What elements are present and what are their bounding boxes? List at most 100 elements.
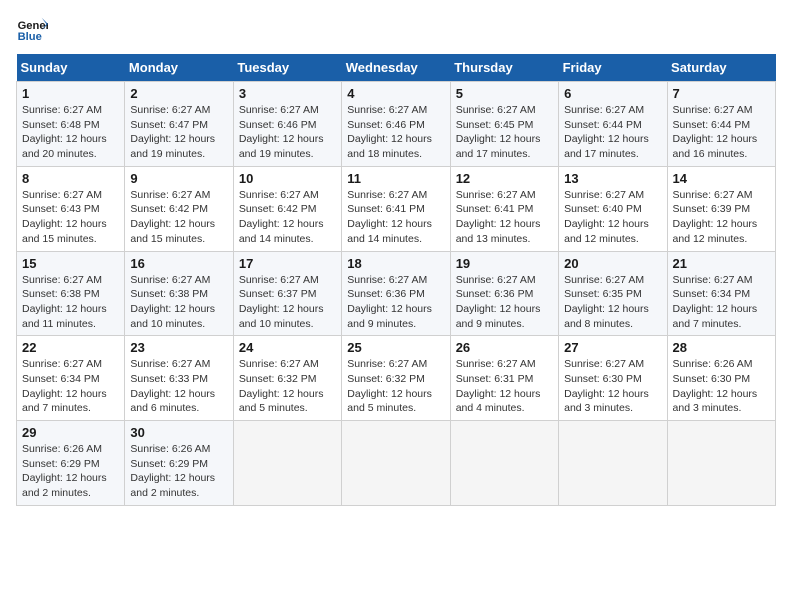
day-header-saturday: Saturday xyxy=(667,54,775,82)
day-cell: 21 Sunrise: 6:27 AM Sunset: 6:34 PM Dayl… xyxy=(667,251,775,336)
day-cell xyxy=(450,421,558,506)
daylight: Daylight: 12 hours and 7 minutes. xyxy=(22,387,119,416)
day-cell: 22 Sunrise: 6:27 AM Sunset: 6:34 PM Dayl… xyxy=(17,336,125,421)
sunset: Sunset: 6:38 PM xyxy=(130,287,227,302)
day-info: Sunrise: 6:27 AM Sunset: 6:33 PM Dayligh… xyxy=(130,357,227,416)
sunrise: Sunrise: 6:27 AM xyxy=(239,273,336,288)
day-info: Sunrise: 6:27 AM Sunset: 6:32 PM Dayligh… xyxy=(347,357,444,416)
sunset: Sunset: 6:33 PM xyxy=(130,372,227,387)
sunset: Sunset: 6:34 PM xyxy=(22,372,119,387)
day-number: 3 xyxy=(239,86,336,101)
day-cell: 3 Sunrise: 6:27 AM Sunset: 6:46 PM Dayli… xyxy=(233,82,341,167)
days-header-row: SundayMondayTuesdayWednesdayThursdayFrid… xyxy=(17,54,776,82)
daylight: Daylight: 12 hours and 5 minutes. xyxy=(347,387,444,416)
sunrise: Sunrise: 6:27 AM xyxy=(239,188,336,203)
daylight: Daylight: 12 hours and 11 minutes. xyxy=(22,302,119,331)
week-row-4: 22 Sunrise: 6:27 AM Sunset: 6:34 PM Dayl… xyxy=(17,336,776,421)
daylight: Daylight: 12 hours and 8 minutes. xyxy=(564,302,661,331)
daylight: Daylight: 12 hours and 2 minutes. xyxy=(22,471,119,500)
day-number: 16 xyxy=(130,256,227,271)
sunset: Sunset: 6:42 PM xyxy=(130,202,227,217)
day-number: 27 xyxy=(564,340,661,355)
sunset: Sunset: 6:38 PM xyxy=(22,287,119,302)
day-cell: 14 Sunrise: 6:27 AM Sunset: 6:39 PM Dayl… xyxy=(667,166,775,251)
day-number: 25 xyxy=(347,340,444,355)
day-cell: 1 Sunrise: 6:27 AM Sunset: 6:48 PM Dayli… xyxy=(17,82,125,167)
sunrise: Sunrise: 6:27 AM xyxy=(564,188,661,203)
day-cell: 8 Sunrise: 6:27 AM Sunset: 6:43 PM Dayli… xyxy=(17,166,125,251)
day-info: Sunrise: 6:27 AM Sunset: 6:38 PM Dayligh… xyxy=(130,273,227,332)
day-info: Sunrise: 6:27 AM Sunset: 6:30 PM Dayligh… xyxy=(564,357,661,416)
week-row-1: 1 Sunrise: 6:27 AM Sunset: 6:48 PM Dayli… xyxy=(17,82,776,167)
daylight: Daylight: 12 hours and 10 minutes. xyxy=(130,302,227,331)
sunset: Sunset: 6:37 PM xyxy=(239,287,336,302)
sunset: Sunset: 6:46 PM xyxy=(347,118,444,133)
sunrise: Sunrise: 6:27 AM xyxy=(456,357,553,372)
day-number: 13 xyxy=(564,171,661,186)
day-cell: 2 Sunrise: 6:27 AM Sunset: 6:47 PM Dayli… xyxy=(125,82,233,167)
sunset: Sunset: 6:31 PM xyxy=(456,372,553,387)
day-cell: 13 Sunrise: 6:27 AM Sunset: 6:40 PM Dayl… xyxy=(559,166,667,251)
day-number: 23 xyxy=(130,340,227,355)
sunset: Sunset: 6:44 PM xyxy=(673,118,770,133)
daylight: Daylight: 12 hours and 5 minutes. xyxy=(239,387,336,416)
sunrise: Sunrise: 6:27 AM xyxy=(22,357,119,372)
day-header-thursday: Thursday xyxy=(450,54,558,82)
sunset: Sunset: 6:35 PM xyxy=(564,287,661,302)
daylight: Daylight: 12 hours and 7 minutes. xyxy=(673,302,770,331)
daylight: Daylight: 12 hours and 13 minutes. xyxy=(456,217,553,246)
day-number: 24 xyxy=(239,340,336,355)
day-number: 29 xyxy=(22,425,119,440)
day-info: Sunrise: 6:27 AM Sunset: 6:36 PM Dayligh… xyxy=(347,273,444,332)
day-header-monday: Monday xyxy=(125,54,233,82)
sunset: Sunset: 6:29 PM xyxy=(22,457,119,472)
daylight: Daylight: 12 hours and 9 minutes. xyxy=(347,302,444,331)
day-number: 5 xyxy=(456,86,553,101)
day-cell: 25 Sunrise: 6:27 AM Sunset: 6:32 PM Dayl… xyxy=(342,336,450,421)
day-cell: 6 Sunrise: 6:27 AM Sunset: 6:44 PM Dayli… xyxy=(559,82,667,167)
sunrise: Sunrise: 6:27 AM xyxy=(22,103,119,118)
sunset: Sunset: 6:42 PM xyxy=(239,202,336,217)
sunrise: Sunrise: 6:26 AM xyxy=(673,357,770,372)
sunset: Sunset: 6:34 PM xyxy=(673,287,770,302)
day-number: 19 xyxy=(456,256,553,271)
day-cell: 15 Sunrise: 6:27 AM Sunset: 6:38 PM Dayl… xyxy=(17,251,125,336)
day-header-wednesday: Wednesday xyxy=(342,54,450,82)
sunrise: Sunrise: 6:27 AM xyxy=(564,357,661,372)
sunrise: Sunrise: 6:27 AM xyxy=(130,357,227,372)
day-number: 18 xyxy=(347,256,444,271)
day-cell: 10 Sunrise: 6:27 AM Sunset: 6:42 PM Dayl… xyxy=(233,166,341,251)
day-cell: 28 Sunrise: 6:26 AM Sunset: 6:30 PM Dayl… xyxy=(667,336,775,421)
day-info: Sunrise: 6:27 AM Sunset: 6:46 PM Dayligh… xyxy=(347,103,444,162)
day-number: 8 xyxy=(22,171,119,186)
day-info: Sunrise: 6:26 AM Sunset: 6:30 PM Dayligh… xyxy=(673,357,770,416)
day-cell: 5 Sunrise: 6:27 AM Sunset: 6:45 PM Dayli… xyxy=(450,82,558,167)
daylight: Daylight: 12 hours and 3 minutes. xyxy=(673,387,770,416)
day-info: Sunrise: 6:26 AM Sunset: 6:29 PM Dayligh… xyxy=(22,442,119,501)
sunrise: Sunrise: 6:27 AM xyxy=(22,188,119,203)
sunrise: Sunrise: 6:27 AM xyxy=(347,103,444,118)
sunrise: Sunrise: 6:27 AM xyxy=(130,103,227,118)
daylight: Daylight: 12 hours and 20 minutes. xyxy=(22,132,119,161)
week-row-2: 8 Sunrise: 6:27 AM Sunset: 6:43 PM Dayli… xyxy=(17,166,776,251)
week-row-5: 29 Sunrise: 6:26 AM Sunset: 6:29 PM Dayl… xyxy=(17,421,776,506)
day-info: Sunrise: 6:27 AM Sunset: 6:35 PM Dayligh… xyxy=(564,273,661,332)
daylight: Daylight: 12 hours and 18 minutes. xyxy=(347,132,444,161)
day-number: 17 xyxy=(239,256,336,271)
day-info: Sunrise: 6:27 AM Sunset: 6:38 PM Dayligh… xyxy=(22,273,119,332)
sunrise: Sunrise: 6:27 AM xyxy=(564,273,661,288)
day-info: Sunrise: 6:27 AM Sunset: 6:34 PM Dayligh… xyxy=(22,357,119,416)
day-number: 26 xyxy=(456,340,553,355)
daylight: Daylight: 12 hours and 14 minutes. xyxy=(347,217,444,246)
sunset: Sunset: 6:43 PM xyxy=(22,202,119,217)
day-info: Sunrise: 6:27 AM Sunset: 6:42 PM Dayligh… xyxy=(130,188,227,247)
sunrise: Sunrise: 6:27 AM xyxy=(130,273,227,288)
daylight: Daylight: 12 hours and 15 minutes. xyxy=(22,217,119,246)
day-info: Sunrise: 6:27 AM Sunset: 6:46 PM Dayligh… xyxy=(239,103,336,162)
page-header: General Blue xyxy=(16,16,776,44)
day-cell: 19 Sunrise: 6:27 AM Sunset: 6:36 PM Dayl… xyxy=(450,251,558,336)
daylight: Daylight: 12 hours and 12 minutes. xyxy=(673,217,770,246)
sunrise: Sunrise: 6:26 AM xyxy=(22,442,119,457)
day-info: Sunrise: 6:27 AM Sunset: 6:34 PM Dayligh… xyxy=(673,273,770,332)
day-cell: 23 Sunrise: 6:27 AM Sunset: 6:33 PM Dayl… xyxy=(125,336,233,421)
